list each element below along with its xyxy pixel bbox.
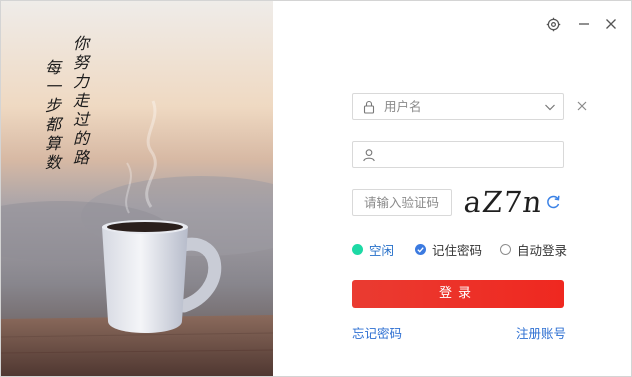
auto-login-checkbox[interactable]: 自动登录	[500, 240, 567, 259]
auto-login-label: 自动登录	[517, 243, 568, 258]
password-field[interactable]	[352, 141, 564, 168]
settings-icon	[546, 17, 560, 31]
user-icon	[363, 148, 375, 161]
status-label: 空闲	[369, 243, 395, 258]
check-icon	[415, 244, 426, 255]
login-button[interactable]: 登录	[352, 280, 564, 308]
username-field[interactable]	[352, 93, 564, 120]
close-icon	[606, 19, 616, 29]
settings-button[interactable]	[542, 13, 564, 35]
register-account-link[interactable]: 注册账号	[516, 323, 566, 342]
status-dot-icon	[352, 244, 363, 255]
remember-password-checkbox[interactable]: 记住密码	[415, 240, 482, 259]
password-input[interactable]	[382, 141, 563, 168]
close-window-button[interactable]	[600, 13, 622, 35]
remember-password-label: 记住密码	[432, 243, 483, 258]
radio-empty-icon	[500, 244, 511, 255]
refresh-icon[interactable]	[545, 194, 561, 210]
forgot-password-link[interactable]: 忘记密码	[352, 323, 402, 342]
chevron-down-icon[interactable]	[543, 100, 557, 114]
captcha-image[interactable]: aZ7n	[462, 185, 544, 219]
online-status-selector[interactable]: 空闲	[352, 240, 394, 259]
calligraphy-line-2: 每一步都算数	[42, 59, 61, 173]
clear-username-icon[interactable]	[574, 98, 590, 114]
login-artwork: 你努力走过的路 每一步都算数	[1, 1, 273, 376]
coffee-cup-illustration	[1, 1, 273, 376]
login-window: 你努力走过的路 每一步都算数 用户名 请输入验证码 aZ7n 空闲 记住密码 自…	[0, 0, 632, 377]
username-input[interactable]	[382, 93, 543, 120]
captcha-field[interactable]	[352, 189, 522, 216]
minimize-button[interactable]	[573, 13, 595, 35]
lock-icon	[363, 100, 375, 114]
calligraphy-line-1: 你努力走过的路	[70, 35, 89, 168]
minimize-icon	[579, 23, 589, 25]
